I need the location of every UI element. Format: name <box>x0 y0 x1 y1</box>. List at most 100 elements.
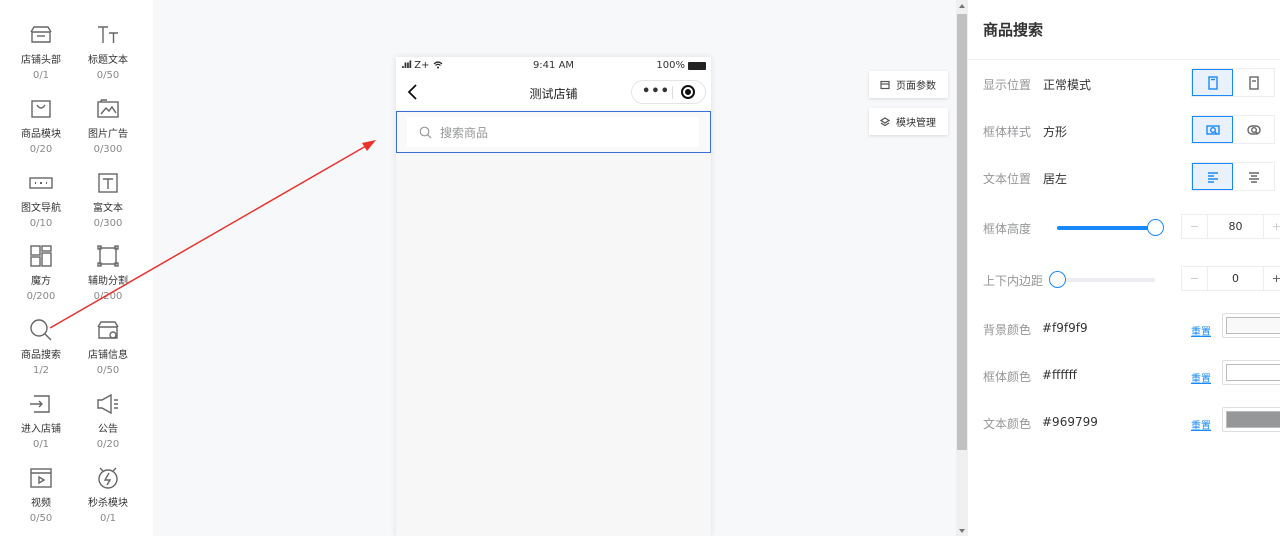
cube-grid-icon <box>28 243 54 269</box>
frame-height-input[interactable]: 80 <box>1207 215 1264 238</box>
capsule-divider <box>672 86 673 99</box>
frame-height-plus-button[interactable]: + <box>1264 215 1280 238</box>
palette-item-label: 魔方 <box>31 276 51 288</box>
nav-icon <box>28 170 54 196</box>
palette-item-label: 进入店铺 <box>21 424 61 435</box>
frame-color-swatch[interactable] <box>1222 360 1280 385</box>
page-params-button[interactable]: 页面参数 <box>869 71 948 98</box>
palette-item-label: 店铺头部 <box>21 55 61 66</box>
frame-height-slider-handle[interactable] <box>1147 219 1164 236</box>
frame-height-minus-button[interactable]: − <box>1182 215 1207 238</box>
mini-program-capsule: ••• <box>631 80 706 104</box>
search-module-selected[interactable]: 搜索商品 <box>396 111 711 153</box>
divider-icon <box>95 243 121 269</box>
frame-height-label: 框体高度 <box>983 222 1032 236</box>
normal-mode-option[interactable] <box>1192 69 1234 96</box>
phone-status-bar: .ııl Z+ 9:41 AM 100% <box>396 57 711 75</box>
palette-item-count: 0/50 <box>96 70 120 81</box>
padding-plus-button[interactable]: + <box>1264 267 1280 290</box>
bg-color-fill <box>1226 317 1280 334</box>
padding-row: 上下内边距 − 0 + <box>983 264 1280 294</box>
palette-item[interactable]: 公告 0/20 <box>75 391 141 465</box>
page-icon <box>880 80 890 89</box>
palette-item-count: 0/300 <box>93 217 123 229</box>
align-center-icon <box>1248 171 1259 183</box>
palette-item-count: 1/2 <box>32 365 50 377</box>
text-position-row: 文本位置 居左 <box>983 162 1280 192</box>
panel-divider <box>968 59 1280 60</box>
frame-style-value: 方形 <box>1043 125 1068 139</box>
align-center-option[interactable] <box>1233 163 1274 190</box>
module-manage-button[interactable]: 模块管理 <box>869 108 948 135</box>
palette-item[interactable]: 富文本 0/300 <box>75 170 141 244</box>
palette-item[interactable]: 标题文本 0/50 <box>75 22 141 96</box>
palette-item-count: 0/1 <box>32 70 50 81</box>
text-color-row: 文本颜色 #969799 重置 <box>983 407 1280 437</box>
padding-minus-button[interactable]: − <box>1182 267 1207 290</box>
palette-item[interactable]: 店铺信息 0/50 <box>75 317 141 391</box>
align-left-option[interactable] <box>1192 163 1234 190</box>
text-color-fill <box>1226 411 1280 428</box>
scrollbar-thumb[interactable] <box>957 14 967 450</box>
palette-item[interactable]: 魔方 0/200 <box>8 243 74 317</box>
palette-item[interactable]: 商品搜索 1/2 <box>8 317 74 391</box>
text-color-swatch[interactable] <box>1222 407 1280 432</box>
enter-store-icon <box>28 391 54 417</box>
palette-item-label: 辅助分割 <box>88 276 128 288</box>
close-target-icon[interactable] <box>681 85 695 99</box>
settings-panel: 商品搜索 显示位置 正常模式 框体样式 方形 文本位置 居左 框体高度 − 80… <box>968 0 1280 536</box>
palette-item-count: 0/50 <box>96 365 120 377</box>
frame-color-value: #ffffff <box>1042 368 1077 382</box>
phone-nav-bar: 测试店铺 ••• <box>396 75 711 110</box>
palette-item-label: 图片广告 <box>88 128 128 140</box>
text-position-label: 文本位置 <box>983 172 1032 186</box>
palette-item-label: 视频 <box>31 497 51 509</box>
round-style-option[interactable] <box>1233 116 1274 143</box>
search-box[interactable]: 搜索商品 <box>407 117 699 147</box>
frame-height-row: 框体高度 − 80 + <box>983 212 1280 242</box>
palette-item[interactable]: 秒杀模块 0/1 <box>75 465 141 536</box>
bg-color-reset-link[interactable]: 重置 <box>1191 323 1211 338</box>
frame-height-slider[interactable] <box>1057 219 1164 236</box>
padding-slider-handle[interactable] <box>1049 271 1066 288</box>
palette-item-count: 0/200 <box>93 291 123 303</box>
text-position-value: 居左 <box>1043 172 1068 186</box>
frame-color-reset-link[interactable]: 重置 <box>1191 370 1211 385</box>
align-left-icon <box>1207 171 1218 183</box>
palette-item[interactable]: 店铺头部 0/1 <box>8 22 74 96</box>
store-info-icon <box>95 317 121 343</box>
palette-item[interactable]: 辅助分割 0/200 <box>75 243 141 317</box>
square-search-icon <box>1205 124 1220 135</box>
canvas-scrollbar[interactable] <box>956 0 968 536</box>
padding-slider[interactable] <box>1049 271 1155 288</box>
shopping-bag-icon <box>28 96 54 122</box>
palette-item[interactable]: 视频 0/50 <box>8 465 74 536</box>
phone-normal-icon <box>1207 75 1218 90</box>
palette-item-count: 0/10 <box>29 217 53 229</box>
scroll-down-arrow[interactable] <box>959 529 965 533</box>
more-dots-icon[interactable]: ••• <box>642 84 670 99</box>
palette-item-count: 0/20 <box>96 439 120 450</box>
palette-item[interactable]: 图片广告 0/300 <box>75 96 141 170</box>
scroll-up-arrow[interactable] <box>959 4 965 8</box>
palette-item-count: 0/50 <box>29 512 53 524</box>
search-icon <box>419 126 432 138</box>
fixed-mode-option[interactable] <box>1233 69 1274 96</box>
bg-color-swatch[interactable] <box>1222 313 1280 338</box>
frame-style-row: 框体样式 方形 <box>983 115 1280 145</box>
palette-item[interactable]: 图文导航 0/10 <box>8 170 74 244</box>
frame-height-stepper: − 80 + <box>1181 214 1280 239</box>
bg-color-row: 背景颜色 #f9f9f9 重置 <box>983 313 1280 343</box>
square-style-option[interactable] <box>1192 116 1234 143</box>
frame-color-row: 框体颜色 #ffffff 重置 <box>983 360 1280 390</box>
text-color-reset-link[interactable]: 重置 <box>1191 417 1211 432</box>
palette-item-label: 图文导航 <box>21 202 61 214</box>
display-position-toggle <box>1191 68 1275 97</box>
palette-item-label: 商品模块 <box>21 128 61 140</box>
palette-item[interactable]: 商品模块 0/20 <box>8 96 74 170</box>
palette-item[interactable]: 进入店铺 0/1 <box>8 391 74 465</box>
display-position-value: 正常模式 <box>1043 78 1092 92</box>
padding-input[interactable]: 0 <box>1207 267 1264 290</box>
frame-color-label: 框体颜色 <box>983 370 1032 384</box>
search-placeholder: 搜索商品 <box>440 125 489 140</box>
